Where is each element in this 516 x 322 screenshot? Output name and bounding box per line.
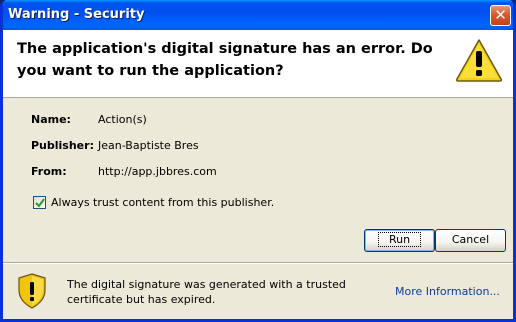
run-button[interactable]: Run [364,229,435,252]
run-button-label: Run [377,232,422,247]
detail-label: Publisher: [31,139,94,152]
close-button[interactable]: ✕ [490,5,511,26]
footer-message: The digital signature was generated with… [67,278,346,306]
window-title: Warning - Security [8,7,145,22]
dialog-header: The application's digital signature has … [3,30,513,98]
cancel-button[interactable]: Cancel [435,229,506,252]
detail-value: Jean-Baptiste Bres [98,139,199,152]
cancel-button-label: Cancel [451,233,490,246]
always-trust-checkbox[interactable] [33,196,46,209]
always-trust-label[interactable]: Always trust content from this publisher… [51,196,274,209]
title-bar[interactable]: Warning - Security ✕ [3,0,513,30]
warning-message: The application's digital signature has … [17,41,433,79]
detail-label: Name: [31,113,71,126]
security-warning-dialog: Warning - Security ✕ The application's d… [0,0,516,322]
more-information-link[interactable]: More Information... [395,285,500,298]
warning-triangle-icon [455,39,503,82]
divider [3,263,513,264]
footer-panel: The digital signature was generated with… [3,262,513,319]
detail-value: http://app.jbbres.com [98,165,217,178]
close-icon: ✕ [494,6,507,24]
warning-shield-icon [18,273,46,309]
checkmark-icon [35,198,45,208]
detail-label: From: [31,165,67,178]
detail-value: Action(s) [98,113,147,126]
